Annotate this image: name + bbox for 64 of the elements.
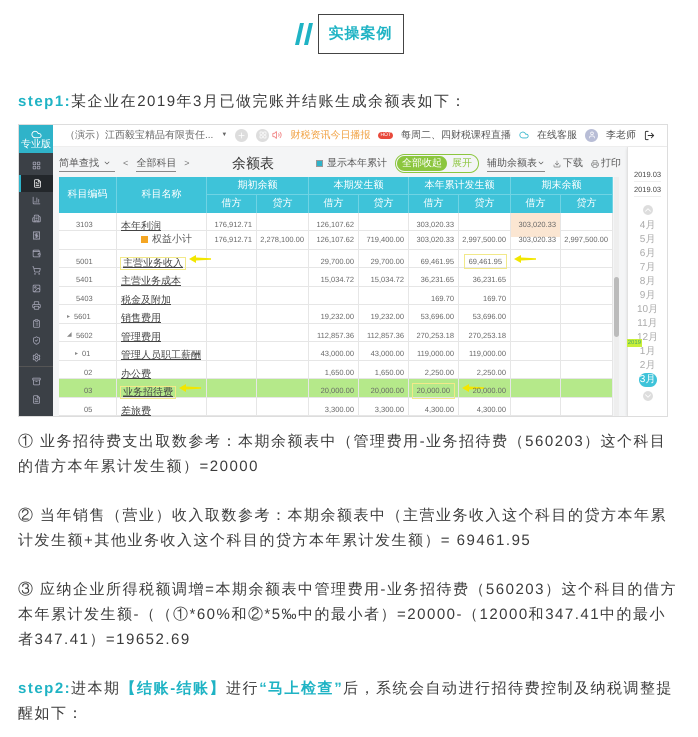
speaker-icon <box>272 130 282 140</box>
caret-icon[interactable] <box>103 159 111 167</box>
account-link[interactable]: 业务招待费 <box>121 387 175 398</box>
printer-icon[interactable] <box>32 301 40 310</box>
prev-button[interactable]: < <box>123 156 128 170</box>
building-icon[interactable] <box>32 214 40 223</box>
image-icon[interactable] <box>32 284 40 293</box>
cloud-icon <box>519 130 529 140</box>
scrollbar-thumb[interactable] <box>614 276 619 336</box>
subtotal-icon <box>141 236 148 244</box>
download-icon[interactable] <box>553 160 561 168</box>
shield-icon[interactable] <box>32 336 40 346</box>
arrow-icon <box>179 384 201 392</box>
live-link[interactable]: 每周二、四财税课程直播 <box>401 128 511 143</box>
search-mode-dropdown[interactable]: 简单查找 <box>59 156 115 172</box>
account-link[interactable]: 办公费 <box>121 368 151 380</box>
badge-title: 实操案例 <box>328 24 392 44</box>
receipt-icon[interactable] <box>32 231 40 240</box>
company-name[interactable]: （演示）江西毅宝精品有限责任... <box>65 128 214 143</box>
account-link[interactable]: 本年利润 <box>121 220 161 232</box>
account-link[interactable]: 差旅费 <box>121 406 151 416</box>
clipboard-icon[interactable] <box>32 318 40 328</box>
caret-icon[interactable] <box>537 159 545 167</box>
explanation-paragraph: ③ 应纳企业所得税额调增=本期余额表中管理费用-业务招待费（560203）这个科目的借方本年累计发生额-（（①*60%和②*5‰中的最小者）=20000-（12000和347.41中的最小者347.41）=19652.69 <box>18 580 678 650</box>
step-heading: step1:某企业在2019年3月已做完账并结账生成余额表如下： <box>18 92 468 112</box>
account-link[interactable]: 销售费用 <box>121 313 161 324</box>
table-cell-text: 权益小计 <box>152 232 192 248</box>
step-paragraph: step2:进本期【结账-结账】进行“马上检查”后，系统会自动进行招待费控制及纳税调整提醒如下： <box>18 679 674 724</box>
avatar-icon <box>585 128 598 142</box>
checkbox-label: 显示本年累计 <box>327 156 387 171</box>
column-header: 本年累计发生额 <box>409 176 511 194</box>
download-link[interactable]: 下载 <box>563 156 583 171</box>
grid-icon[interactable] <box>32 161 40 170</box>
account-link[interactable]: 管理人员职工薪酬 <box>121 350 201 361</box>
account-link[interactable]: 管理费用 <box>121 332 161 342</box>
cart-icon[interactable] <box>32 266 40 276</box>
subject-filter[interactable]: 全部科目 <box>136 156 176 172</box>
column-header: 期初余额 <box>207 176 309 194</box>
service-link[interactable]: 在线客服 <box>537 128 577 143</box>
slash-icon <box>294 23 314 45</box>
column-header: 期末余额 <box>511 176 613 194</box>
next-button[interactable]: > <box>184 156 190 170</box>
user-name[interactable]: 李老师 <box>606 128 636 143</box>
archive-icon[interactable] <box>32 377 40 386</box>
arrow-icon <box>189 254 211 262</box>
logout-icon[interactable] <box>644 130 655 141</box>
account-link[interactable]: 主营业务收入 <box>121 258 185 268</box>
logo-label: 专业版 <box>21 140 51 150</box>
account-link[interactable]: 主营业务成本 <box>121 276 181 287</box>
report-title: 余额表 <box>232 154 274 173</box>
settings-icon[interactable] <box>32 353 40 362</box>
explanation-paragraph: ② 当年销售（营业）收入取数参考：本期余额表中（主营业务收入这个科目的贷方本年累计发生额+其他业务收入这个科目的贷方本年累计发生额）= 69461.95 <box>18 506 668 551</box>
checkbox[interactable] <box>316 160 323 167</box>
wallet-icon[interactable] <box>32 248 40 258</box>
arrow-icon <box>514 254 536 262</box>
sidebar-item[interactable] <box>19 174 53 192</box>
aux-report-dropdown[interactable]: 辅助余额表 <box>487 156 545 172</box>
account-link[interactable]: 税金及附加 <box>121 294 171 306</box>
explanation-paragraph: ① 业务招待费支出取数参考：本期余额表中（管理费用-业务招待费（560203）这个科目的借方本年累计发生额）=20000 <box>18 432 668 477</box>
cloud-icon <box>30 128 42 140</box>
bar-chart-icon[interactable] <box>32 196 40 206</box>
print-icon[interactable] <box>591 160 599 168</box>
print-link[interactable]: 打印 <box>601 156 621 171</box>
column-header: 本期发生额 <box>309 176 409 194</box>
